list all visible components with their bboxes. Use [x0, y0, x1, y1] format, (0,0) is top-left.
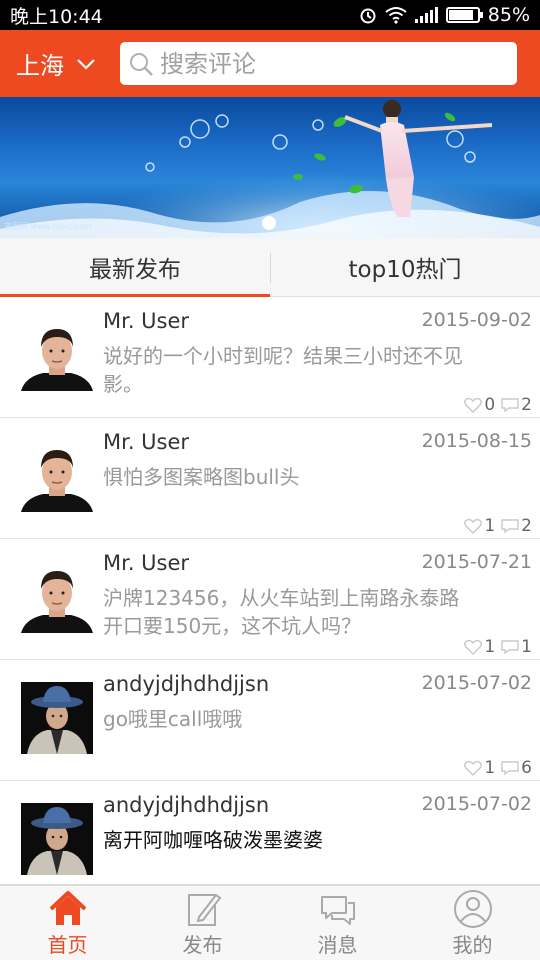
city-selector[interactable]: 上海: [0, 46, 120, 81]
home-icon: [49, 891, 86, 925]
edit-icon: [187, 893, 221, 926]
man-avatar: [21, 319, 93, 391]
like-count: 0: [484, 395, 496, 415]
man-avatar: [21, 561, 93, 633]
banner-carousel[interactable]: 来图网 www.ntpic.com: [0, 97, 540, 238]
post-date: 2015-07-02: [421, 672, 532, 694]
post-item[interactable]: andyjdjhdhdjjsn 2015-07-02 go哦里call哦哦 1 6: [0, 660, 540, 781]
app-screen: 晚上10:44 85% 上海 搜索评论 来图网 www.ntpic.com 最新…: [0, 0, 540, 960]
post-content: 沪牌123456，从火车站到上南路永泰路开口要150元，这不坑人吗？: [103, 586, 460, 638]
chat-icon: [320, 896, 355, 925]
heart-icon[interactable]: [464, 397, 483, 413]
post-content: 说好的一个小时到呢？结果三小时还不见影。: [103, 344, 463, 396]
comment-count: 2: [521, 516, 532, 536]
heart-icon[interactable]: [464, 639, 483, 655]
avatar[interactable]: [21, 803, 93, 875]
post-date: 2015-07-02: [421, 793, 532, 815]
post-date: 2015-08-15: [421, 430, 532, 452]
comment-count: 6: [521, 758, 532, 778]
avatar[interactable]: [21, 319, 93, 391]
hat-avatar: [21, 682, 93, 754]
post-date: 2015-07-21: [421, 551, 532, 573]
post-username: andyjdjhdhdjjsn: [103, 793, 270, 817]
banner-credit: 来图网 www.ntpic.com: [4, 222, 92, 231]
post-item[interactable]: Mr. User 2015-07-21 沪牌123456，从火车站到上南路永泰路开口…: [0, 539, 540, 660]
search-icon: [130, 52, 153, 76]
city-label: 上海: [16, 52, 64, 80]
post-content: 离开阿咖喱咯破泼墨婆婆: [103, 828, 323, 852]
alarm-icon: [360, 8, 376, 24]
post-content: 惧怕多图案略图bull头: [103, 465, 300, 489]
nav-home-label: 首页: [47, 933, 88, 957]
signal-icon: [414, 7, 438, 23]
post-stats: 12: [458, 516, 532, 536]
carousel-dot-icon[interactable]: [262, 216, 276, 230]
status-icons: 85%: [359, 4, 530, 26]
man-avatar: [21, 440, 93, 512]
avatar[interactable]: [21, 682, 93, 754]
post-stats: 16: [458, 758, 532, 778]
top-header: 上海: [0, 30, 540, 97]
post-content: go哦里call哦哦: [103, 707, 243, 731]
search-box[interactable]: [120, 42, 517, 85]
comment-count: 2: [521, 395, 532, 415]
post-username: Mr. User: [103, 430, 190, 454]
like-count: 1: [484, 516, 496, 536]
post-username: andyjdjhdhdjjsn: [103, 672, 270, 696]
tab-top10[interactable]: top10热门: [270, 238, 540, 296]
comment-icon[interactable]: [501, 518, 519, 534]
wifi-icon: [385, 7, 407, 24]
like-count: 1: [484, 758, 496, 778]
post-username: Mr. User: [103, 309, 190, 333]
nav-home[interactable]: 首页: [0, 886, 135, 960]
search-input[interactable]: [160, 49, 500, 78]
avatar[interactable]: [21, 561, 93, 633]
comment-icon[interactable]: [501, 397, 519, 413]
avatar[interactable]: [21, 440, 93, 512]
heart-icon[interactable]: [464, 760, 483, 776]
battery-icon: [445, 7, 483, 23]
comment-icon[interactable]: [501, 639, 519, 655]
status-bar: 晚上10:44 85%: [0, 0, 540, 30]
nav-publish-label: 发布: [182, 933, 223, 957]
post-username: Mr. User: [103, 551, 190, 575]
nav-messages-label: 消息: [317, 933, 358, 957]
nav-messages[interactable]: 消息: [270, 886, 405, 960]
status-time: 晚上10:44: [10, 5, 103, 28]
like-count: 1: [484, 637, 496, 657]
nav-mine-label: 我的: [452, 933, 493, 957]
post-item[interactable]: Mr. User 2015-08-15 惧怕多图案略图bull头 1 2: [0, 418, 540, 539]
tab-divider: [270, 253, 271, 283]
nav-mine[interactable]: 我的: [405, 886, 540, 960]
battery-text: 85%: [487, 4, 530, 26]
post-date: 2015-09-02: [421, 309, 532, 331]
tab-latest[interactable]: 最新发布: [0, 238, 270, 297]
heart-icon[interactable]: [464, 518, 483, 534]
hat-avatar: [21, 803, 93, 875]
comment-count: 1: [521, 637, 532, 657]
comment-icon[interactable]: [501, 760, 519, 776]
post-stats: 02: [458, 395, 532, 415]
post-list: Mr. User 2015-09-02 说好的一个小时到呢？结果三小时还不见影。 0 2…: [0, 297, 540, 884]
chevron-down-icon: [77, 58, 95, 70]
post-item[interactable]: Mr. User 2015-09-02 说好的一个小时到呢？结果三小时还不见影。 0 2: [0, 297, 540, 418]
nav-publish[interactable]: 发布: [135, 886, 270, 960]
bottom-nav: 首页 发布 消息 我的: [0, 884, 540, 960]
post-stats: 11: [458, 637, 532, 657]
person-icon: [453, 890, 492, 928]
post-item[interactable]: andyjdjhdhdjjsn 2015-07-02 离开阿咖喱咯破泼墨婆婆: [0, 781, 540, 884]
